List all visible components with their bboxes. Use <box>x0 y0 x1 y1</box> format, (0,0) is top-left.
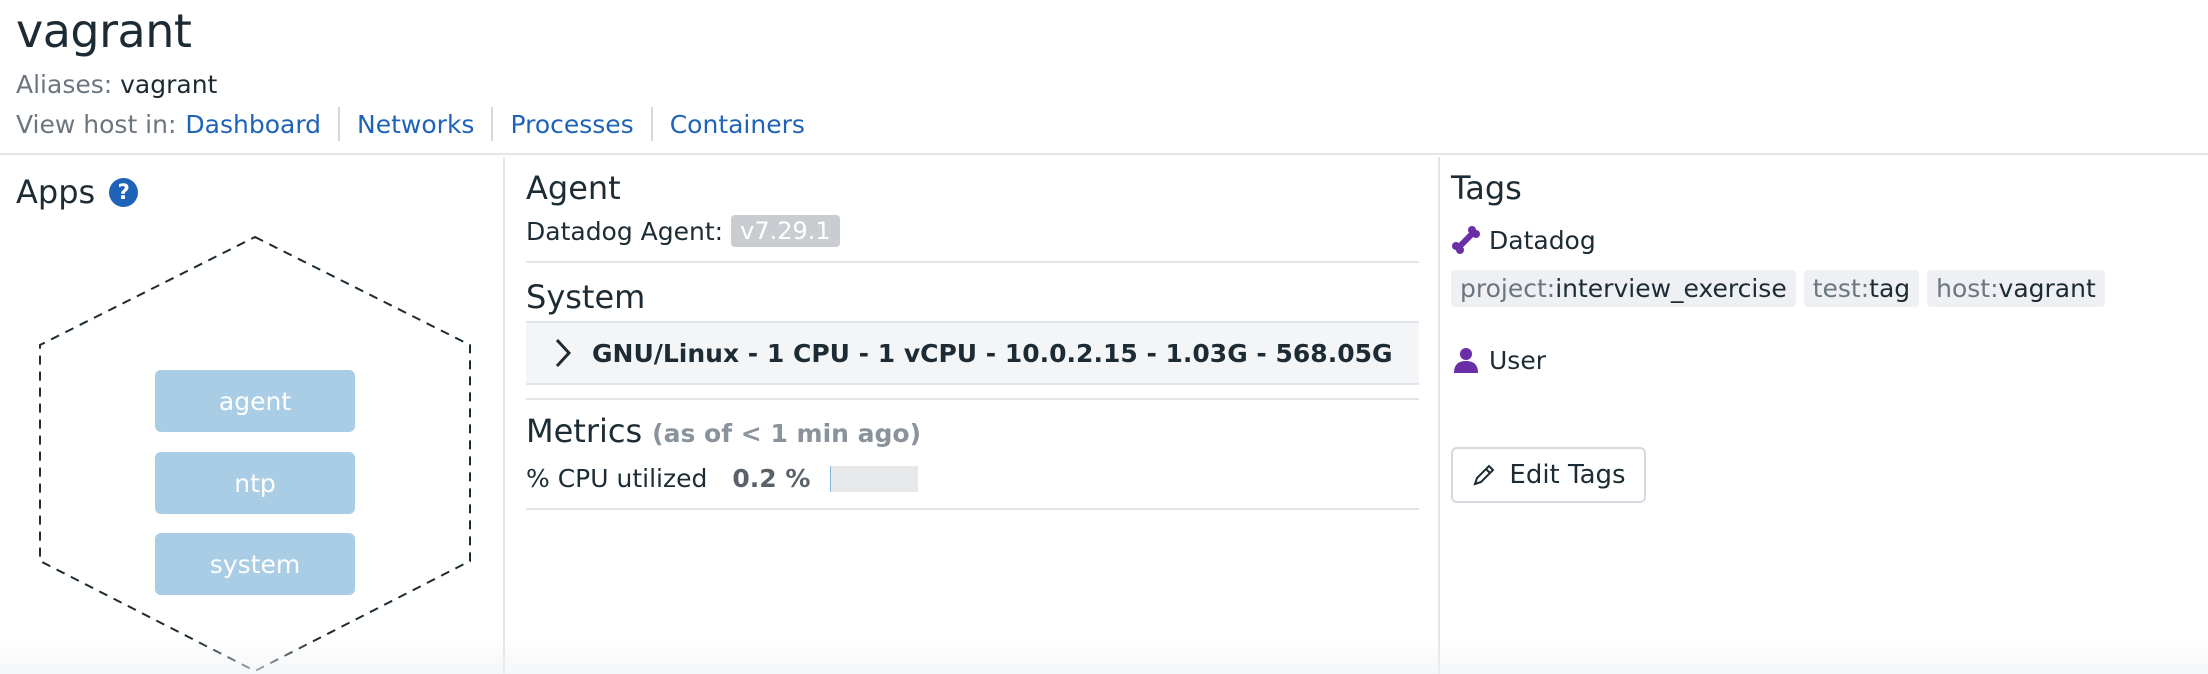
system-summary: GNU/Linux - 1 CPU - 1 vCPU - 10.0.2.15 -… <box>592 338 1393 368</box>
aliases-line: Aliases: vagrant <box>16 70 217 99</box>
pencil-icon <box>1471 462 1497 488</box>
metrics-heading: Metrics (as of < 1 min ago) <box>526 412 1419 450</box>
edit-tags-button[interactable]: Edit Tags <box>1451 447 1646 503</box>
agent-version-badge: v7.29.1 <box>731 215 840 247</box>
host-title: vagrant <box>16 4 192 58</box>
host-header: vagrant Aliases: vagrant View host in: D… <box>0 0 2208 155</box>
tag-chip[interactable]: test:tag <box>1803 270 1920 307</box>
help-icon[interactable]: ? <box>109 177 139 207</box>
view-host-in: View host in: Dashboard Networks Process… <box>16 107 805 141</box>
tag-chip[interactable]: host:vagrant <box>1927 270 2105 307</box>
alias-value: vagrant <box>120 70 218 99</box>
apps-title: Apps <box>16 173 96 211</box>
link-processes[interactable]: Processes <box>510 110 633 139</box>
apps-panel: Apps ? agent ntp system <box>0 157 505 674</box>
tag-value: interview_exercise <box>1555 274 1787 303</box>
app-ntp[interactable]: ntp <box>155 452 355 514</box>
user-icon <box>1451 345 1481 375</box>
view-host-in-label: View host in: <box>16 109 177 139</box>
agent-title: Agent <box>526 169 621 207</box>
aliases-label: Aliases: <box>16 70 113 99</box>
divider <box>526 398 1419 400</box>
system-title: System <box>526 278 646 316</box>
bone-icon <box>1451 225 1481 255</box>
cpu-label: % CPU utilized <box>526 464 708 493</box>
app-system[interactable]: system <box>155 533 355 595</box>
cpu-usage-bar <box>830 465 919 492</box>
divider <box>526 261 1419 263</box>
link-dashboard[interactable]: Dashboard <box>185 110 321 139</box>
link-divider <box>338 107 341 141</box>
link-containers[interactable]: Containers <box>670 110 805 139</box>
tag-value: vagrant <box>1998 274 2096 303</box>
cpu-metric-row: % CPU utilized 0.2 % <box>526 464 1419 493</box>
tags-panel: Tags Datadog project:interview_exercise … <box>1440 157 2208 674</box>
metrics-timestamp: (as of < 1 min ago) <box>652 419 922 448</box>
datadog-source-label: Datadog <box>1489 225 1596 255</box>
agent-label: Datadog Agent: <box>526 216 724 246</box>
link-divider <box>650 107 653 141</box>
app-agent[interactable]: agent <box>155 370 355 432</box>
divider <box>526 508 1419 510</box>
datadog-tag-list: project:interview_exercise test:tag host… <box>1451 270 2113 307</box>
user-tag-source: User <box>1451 345 1546 375</box>
host-details-panel: Agent Datadog Agent: v7.29.1 System GNU/… <box>505 157 1440 674</box>
link-divider <box>491 107 494 141</box>
cpu-value: 0.2 % <box>732 464 811 493</box>
tag-key: project: <box>1460 274 1556 303</box>
tag-key: host: <box>1936 274 1999 303</box>
tags-title: Tags <box>1451 169 1522 207</box>
tag-chip[interactable]: project:interview_exercise <box>1451 270 1796 307</box>
metrics-title: Metrics <box>526 412 643 450</box>
tag-value: tag <box>1869 274 1911 303</box>
agent-version-line: Datadog Agent: v7.29.1 <box>526 215 1419 247</box>
edit-tags-label: Edit Tags <box>1509 460 1626 490</box>
datadog-tag-source: Datadog <box>1451 225 1596 255</box>
link-networks[interactable]: Networks <box>357 110 474 139</box>
user-source-label: User <box>1489 345 1546 375</box>
chevron-right-icon[interactable] <box>538 337 588 369</box>
tag-key: test: <box>1812 274 1870 303</box>
system-summary-row[interactable]: GNU/Linux - 1 CPU - 1 vCPU - 10.0.2.15 -… <box>526 321 1419 385</box>
apps-heading: Apps ? <box>16 173 139 211</box>
